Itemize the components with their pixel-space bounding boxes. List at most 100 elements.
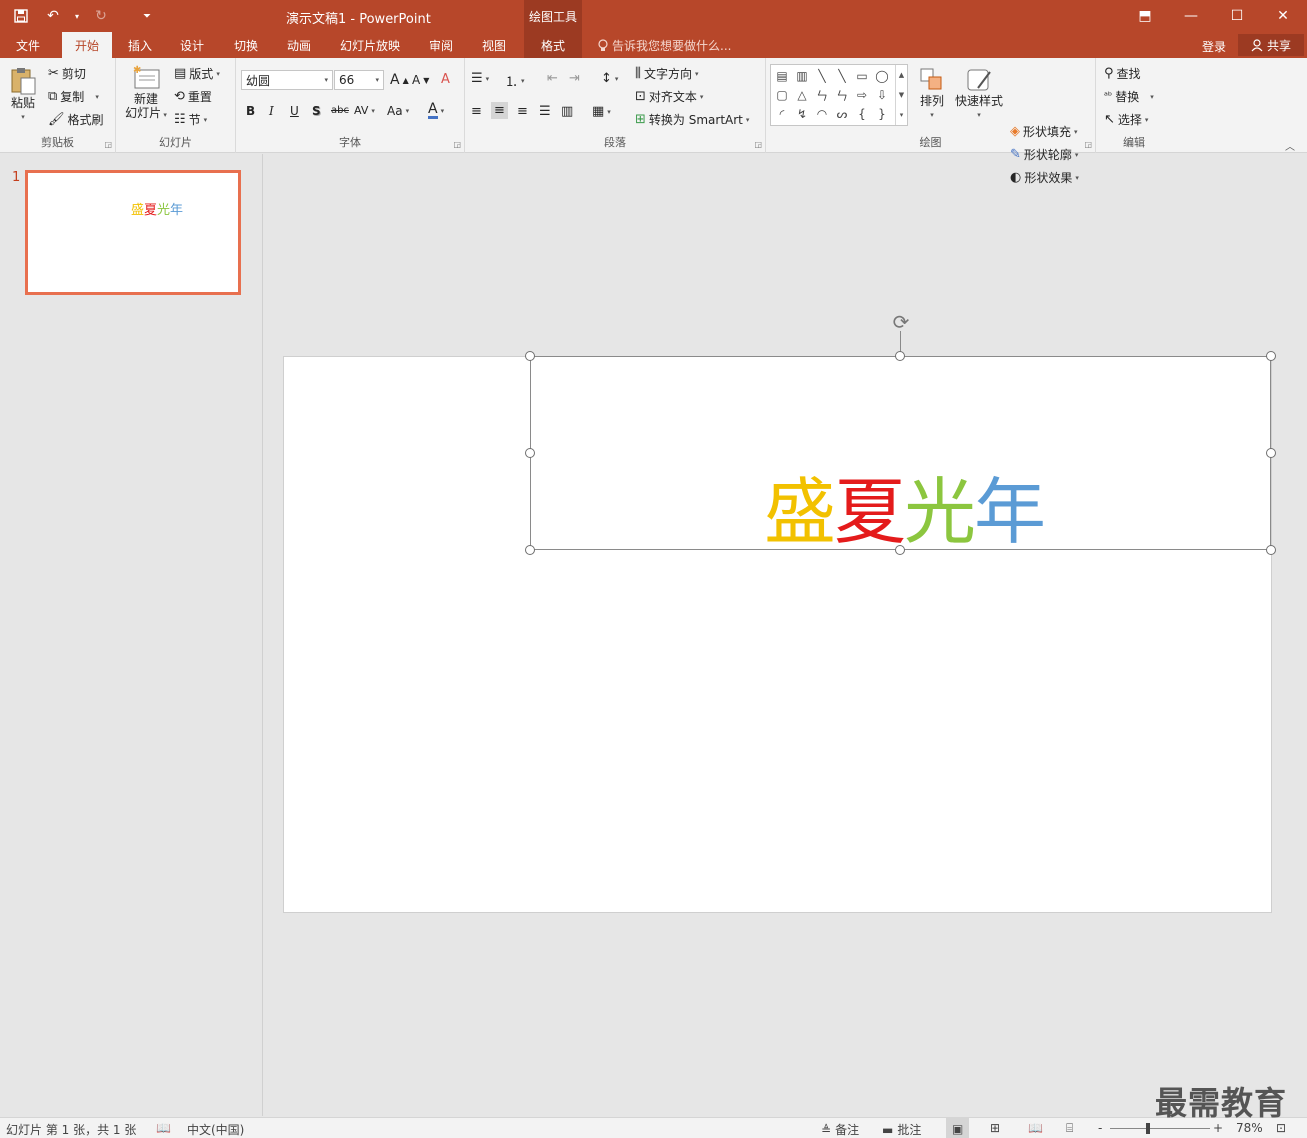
bullets-button[interactable]: ☰ ▾: [471, 71, 489, 86]
grow-font-button[interactable]: A ▲: [390, 72, 409, 88]
line-spacing-button[interactable]: ↕ ▾: [601, 71, 618, 86]
bold-button[interactable]: B: [246, 104, 255, 118]
textbox-shape-icon[interactable]: ▤: [773, 67, 791, 85]
elbow-arrow-shape-icon[interactable]: ㄣ: [833, 86, 851, 104]
arrow-line-shape-icon[interactable]: ╲: [833, 67, 851, 85]
paragraph-launcher-icon[interactable]: ◲: [754, 140, 762, 149]
elbow-connector-shape-icon[interactable]: ㄣ: [813, 86, 831, 104]
columns-button[interactable]: ▦ ▾: [592, 104, 611, 119]
tab-file[interactable]: 文件: [4, 32, 52, 58]
rounded-rectangle-shape-icon[interactable]: ▢: [773, 86, 791, 104]
line-shape-icon[interactable]: ╲: [813, 67, 831, 85]
slide-count-status[interactable]: 幻灯片 第 1 张，共 1 张: [6, 1121, 136, 1138]
copy-dropdown-icon[interactable]: ▾: [95, 93, 99, 101]
arc-shape-icon[interactable]: ◠: [813, 105, 831, 123]
comments-button[interactable]: ▬ 批注: [882, 1121, 921, 1138]
cut-button[interactable]: ✂ 剪切: [48, 65, 86, 82]
shape-effects-button[interactable]: ◐ 形状效果 ▾: [1010, 169, 1079, 186]
align-left-button[interactable]: ≡: [471, 104, 482, 119]
font-size-combo[interactable]: 66 ▾: [334, 70, 384, 90]
shapes-gallery-scroll[interactable]: ▲ ▼ ▾: [895, 65, 907, 125]
share-button[interactable]: 共享: [1238, 34, 1304, 56]
tab-view[interactable]: 视图: [472, 32, 516, 58]
replace-button[interactable]: ᵃᵇ 替换 ▾: [1104, 88, 1154, 105]
gallery-up-icon[interactable]: ▲: [899, 71, 904, 79]
slide-thumbnail[interactable]: 盛夏光年: [25, 170, 241, 295]
notes-button[interactable]: ≜ 备注: [821, 1121, 859, 1138]
customize-qat-icon[interactable]: ⏷: [134, 4, 160, 28]
align-right-button[interactable]: ≡: [517, 104, 528, 119]
justify-button[interactable]: ☰: [539, 104, 551, 119]
layout-button[interactable]: ▤ 版式 ▾: [174, 65, 220, 82]
tell-me-box[interactable]: 告诉我您想要做什么...: [598, 37, 731, 54]
font-name-combo[interactable]: 幼圆 ▾: [241, 70, 333, 90]
tab-design[interactable]: 设计: [170, 32, 214, 58]
resize-handle-left[interactable]: [525, 448, 535, 458]
save-icon[interactable]: [8, 4, 34, 28]
font-launcher-icon[interactable]: ◲: [453, 140, 461, 149]
format-painter-button[interactable]: 🖌 格式刷: [48, 111, 104, 128]
resize-handle-top-right[interactable]: [1266, 351, 1276, 361]
font-size-dropdown-icon[interactable]: ▾: [375, 76, 379, 84]
redo-icon[interactable]: ↻: [88, 4, 114, 28]
clear-format-button[interactable]: A: [441, 72, 450, 87]
reset-button[interactable]: ⟲ 重置: [174, 88, 212, 105]
decrease-indent-button[interactable]: ⇤: [547, 71, 558, 86]
quick-styles-button[interactable]: 快速样式 ▾: [952, 66, 1006, 122]
change-case-button[interactable]: Aa ▾: [387, 104, 409, 118]
collapse-ribbon-icon[interactable]: ︿: [1285, 138, 1295, 153]
shape-fill-button[interactable]: ◈ 形状填充 ▾: [1010, 123, 1078, 140]
new-slide-button[interactable]: ✱ 新建 幻灯片 ▾: [122, 64, 170, 122]
scribble-shape-icon[interactable]: ↯: [793, 105, 811, 123]
slide-title-text[interactable]: 盛夏光年: [764, 470, 1046, 554]
resize-handle-top[interactable]: [895, 351, 905, 361]
curve-shape-icon[interactable]: ᔕ: [833, 105, 851, 123]
arrange-button[interactable]: 排列 ▾: [914, 66, 950, 122]
tab-home[interactable]: 开始: [62, 32, 112, 58]
minimize-icon[interactable]: —: [1168, 0, 1214, 32]
numbering-button[interactable]: ⒈ ▾: [505, 71, 525, 90]
normal-view-icon[interactable]: ▣: [946, 1118, 970, 1138]
resize-handle-bottom-right[interactable]: [1266, 545, 1276, 555]
align-center-button[interactable]: ≡: [491, 102, 508, 119]
convert-smartart-button[interactable]: ⊞ 转换为 SmartArt ▾: [635, 111, 749, 128]
undo-dropdown-icon[interactable]: ▾: [72, 4, 82, 28]
tab-format[interactable]: 格式: [524, 32, 582, 58]
find-button[interactable]: ⚲ 查找: [1104, 65, 1141, 82]
triangle-shape-icon[interactable]: △: [793, 86, 811, 104]
spellcheck-icon[interactable]: 📖: [156, 1121, 171, 1135]
freeform-shape-icon[interactable]: ◜: [773, 105, 791, 123]
tab-animations[interactable]: 动画: [277, 32, 321, 58]
distributed-button[interactable]: ▥: [561, 104, 573, 119]
tab-insert[interactable]: 插入: [118, 32, 162, 58]
tab-transitions[interactable]: 切换: [224, 32, 268, 58]
left-brace-shape-icon[interactable]: {: [853, 105, 871, 123]
maximize-icon[interactable]: ☐: [1214, 0, 1260, 32]
gallery-down-icon[interactable]: ▼: [899, 91, 904, 99]
align-text-button[interactable]: ⊡ 对齐文本 ▾: [635, 88, 703, 105]
ribbon-display-icon[interactable]: ⬒: [1122, 0, 1168, 32]
text-direction-button[interactable]: ⫼ 文字方向 ▾: [635, 65, 699, 82]
underline-button[interactable]: U: [290, 104, 299, 118]
zoom-out-button[interactable]: -: [1098, 1121, 1102, 1135]
copy-button[interactable]: ⧉ 复制 ▾: [48, 88, 99, 105]
section-button[interactable]: ☷ 节 ▾: [174, 111, 207, 128]
close-icon[interactable]: ✕: [1260, 0, 1306, 32]
shadow-button[interactable]: S: [312, 104, 321, 118]
slideshow-view-icon[interactable]: ⌸: [1066, 1121, 1073, 1136]
login-link[interactable]: 登录: [1202, 38, 1226, 55]
vertical-textbox-shape-icon[interactable]: ▥: [793, 67, 811, 85]
resize-handle-top-left[interactable]: [525, 351, 535, 361]
resize-handle-right[interactable]: [1266, 448, 1276, 458]
paste-button[interactable]: 粘贴 ▾: [6, 66, 40, 124]
clipboard-launcher-icon[interactable]: ◲: [104, 140, 112, 149]
font-color-button[interactable]: A ▾: [428, 102, 444, 119]
tab-slideshow[interactable]: 幻灯片放映: [332, 32, 408, 58]
font-name-dropdown-icon[interactable]: ▾: [324, 76, 328, 84]
italic-button[interactable]: I: [269, 104, 274, 118]
down-arrow-shape-icon[interactable]: ⇩: [873, 86, 891, 104]
zoom-slider-track[interactable]: [1110, 1128, 1210, 1129]
right-arrow-shape-icon[interactable]: ⇨: [853, 86, 871, 104]
tab-review[interactable]: 审阅: [419, 32, 463, 58]
undo-icon[interactable]: ↶: [40, 4, 66, 28]
